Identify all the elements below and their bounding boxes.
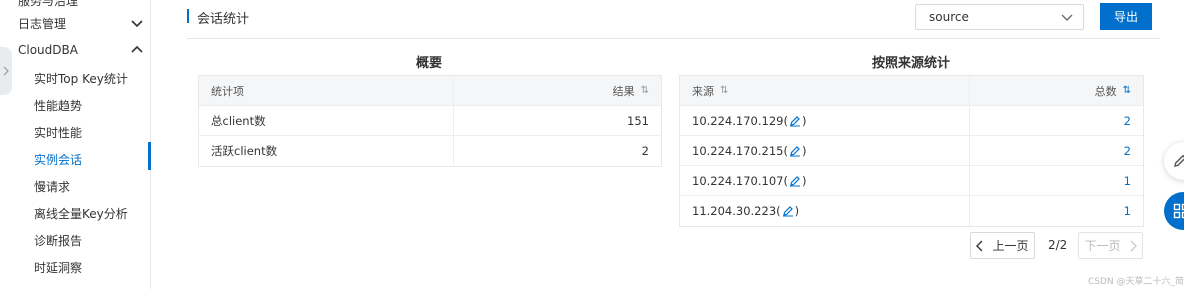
by-source-table: 来源 ⇅ 总数 ⇅ 10.224.170.129() 2 10.224.170.…	[679, 75, 1144, 227]
chevron-down-icon	[1061, 14, 1073, 21]
chevron-left-icon	[976, 240, 983, 251]
table-row: 11.204.30.223() 1	[680, 196, 1143, 226]
sidebar-group-clouddba[interactable]: CloudDBA	[18, 41, 144, 59]
summary-table: 统计项 结果 ⇅ 总client数 151 活跃client数 2	[198, 75, 662, 167]
edit-icon[interactable]	[782, 205, 794, 217]
sidebar-item-realtime-performance[interactable]: 实时性能	[34, 124, 82, 141]
column-header-source[interactable]: 来源 ⇅	[680, 76, 970, 105]
table-row: 10.224.170.107() 1	[680, 166, 1143, 196]
column-header-total[interactable]: 总数 ⇅	[970, 76, 1143, 105]
source-cell: 10.224.170.107()	[680, 166, 970, 195]
select-value: source	[929, 10, 969, 24]
sidebar-item-performance-trend[interactable]: 性能趋势	[34, 97, 82, 114]
stat-item-cell: 活跃client数	[199, 136, 454, 166]
count-link[interactable]: 2	[970, 136, 1143, 165]
count-link[interactable]: 1	[970, 196, 1143, 226]
sidebar-group-label: 日志管理	[18, 16, 67, 31]
table-row: 总client数 151	[199, 106, 661, 136]
chevron-up-icon	[131, 45, 143, 53]
float-feedback-button[interactable]	[1164, 142, 1184, 180]
stat-value-cell: 2	[641, 144, 649, 158]
sidebar-item-latency-insight[interactable]: 时延洞察	[34, 259, 82, 276]
source-cell: 10.224.170.215()	[680, 136, 970, 165]
column-header-result[interactable]: 结果 ⇅	[454, 76, 661, 105]
count-link[interactable]: 1	[970, 166, 1143, 195]
prev-page-button[interactable]: 上一页	[970, 232, 1035, 259]
pencil-icon	[1174, 154, 1184, 167]
sidebar: 服务与治理 日志管理 CloudDBA 实时Top Key统计 性能趋势 实时性…	[0, 0, 151, 289]
sidebar-group-label: CloudDBA	[18, 43, 78, 57]
sidebar-collapse-tab[interactable]	[0, 47, 12, 95]
header-divider	[187, 38, 1160, 39]
page-title: 会话统计	[197, 12, 250, 27]
stat-value-cell: 151	[627, 113, 649, 128]
sidebar-item-slow-requests[interactable]: 慢请求	[34, 178, 70, 195]
float-apps-button[interactable]	[1164, 192, 1184, 230]
by-source-title: 按照来源统计	[872, 56, 951, 71]
watermark: CSDN @天草二十六_简村人	[1088, 277, 1184, 287]
page-indicator: 2/2	[1048, 238, 1068, 252]
title-accent-bar	[187, 9, 189, 23]
edit-icon[interactable]	[789, 145, 801, 157]
table-header-row: 统计项 结果 ⇅	[199, 76, 661, 106]
sidebar-item-instance-sessions[interactable]: 实例会话	[34, 151, 82, 168]
source-cell: 11.204.30.223()	[680, 196, 970, 226]
chevron-right-icon	[3, 66, 9, 76]
table-row: 活跃client数 2	[199, 136, 661, 166]
table-header-row: 来源 ⇅ 总数 ⇅	[680, 76, 1143, 106]
sidebar-item-cut-off[interactable]: 服务与治理	[18, 0, 78, 9]
chevron-right-icon	[1130, 240, 1137, 251]
sidebar-item-realtime-top-key[interactable]: 实时Top Key统计	[34, 70, 128, 87]
count-link[interactable]: 2	[970, 106, 1143, 135]
table-row: 10.224.170.129() 2	[680, 106, 1143, 136]
edit-icon[interactable]	[789, 115, 801, 127]
table-row: 10.224.170.215() 2	[680, 136, 1143, 166]
sort-icon[interactable]: ⇅	[720, 85, 728, 96]
sort-icon[interactable]: ⇅	[1123, 85, 1131, 96]
next-page-button[interactable]: 下一页	[1078, 232, 1143, 259]
sort-icon[interactable]: ⇅	[641, 85, 649, 96]
sidebar-active-indicator	[148, 142, 151, 170]
column-header-stat-item: 统计项	[199, 76, 454, 105]
summary-title: 概要	[416, 56, 443, 71]
sidebar-group-log-management[interactable]: 日志管理	[18, 14, 144, 32]
edit-icon[interactable]	[789, 175, 801, 187]
chevron-down-icon	[131, 20, 143, 28]
source-cell: 10.224.170.129()	[680, 106, 970, 135]
group-by-select[interactable]: source	[915, 4, 1084, 30]
sidebar-item-diagnosis-report[interactable]: 诊断报告	[34, 232, 82, 249]
sidebar-item-offline-key-analysis[interactable]: 离线全量Key分析	[34, 205, 128, 222]
grid-icon	[1173, 203, 1184, 219]
stat-item-cell: 总client数	[199, 106, 454, 135]
export-button[interactable]: 导出	[1100, 3, 1152, 30]
